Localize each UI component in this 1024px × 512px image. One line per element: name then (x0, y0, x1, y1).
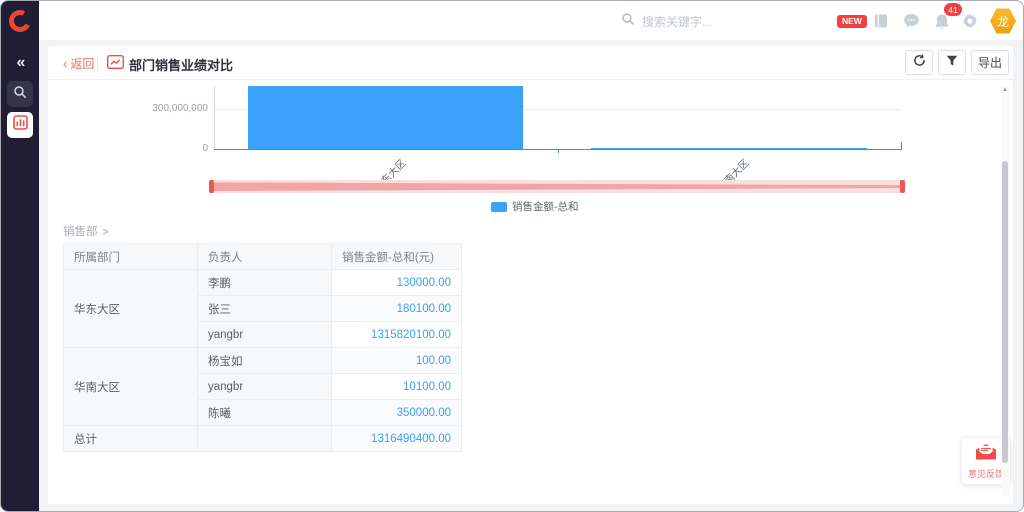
bi-report-icon (13, 115, 28, 135)
legend-label: 销售金额-总和 (512, 199, 579, 214)
y-axis-tick-300m: 300,000,000 (108, 103, 208, 114)
col-header-person: 负责人 (198, 244, 332, 270)
table-row: 华东大区 李鹏 130000.00 (64, 270, 462, 296)
notification-count-badge: 41 (944, 3, 962, 16)
back-chevron-icon: ‹ (63, 57, 67, 70)
back-button[interactable]: ‹ 返回 (63, 55, 94, 72)
notifications-button[interactable] (934, 13, 950, 35)
total-amount-cell: 1316490400.00 (332, 426, 462, 452)
x-axis-end-tick (901, 142, 902, 150)
breadcrumb-arrow-icon: > (103, 226, 109, 238)
person-cell: 张三 (198, 296, 332, 322)
amount-cell[interactable]: 180100.00 (332, 296, 462, 322)
report-card: ‹ 返回 部门销售业绩对比 导出 (48, 46, 1013, 504)
col-header-department: 所属部门 (64, 244, 198, 270)
app-window: « 搜索关键字... NEW (0, 0, 1024, 512)
search-icon (13, 85, 27, 104)
search-placeholder: 搜索关键字... (642, 13, 712, 30)
table-header-row: 所属部门 负责人 销售金额-总和(元) (64, 244, 462, 270)
chat-bubble-icon (903, 16, 920, 33)
gear-icon (962, 16, 978, 33)
person-cell: yangbr (198, 374, 332, 400)
col-header-amount: 销售金额-总和(元) (332, 244, 462, 270)
docs-button[interactable] (873, 13, 889, 34)
table-total-row: 总计 1316490400.00 (64, 426, 462, 452)
amount-cell[interactable]: 10100.00 (332, 374, 462, 400)
funnel-icon (946, 54, 958, 72)
person-cell: 杨宝如 (198, 348, 332, 374)
breadcrumb-label: 销售部 (63, 226, 98, 238)
bell-icon (934, 17, 950, 34)
new-badge: NEW (837, 15, 867, 28)
sidebar: « (1, 1, 39, 511)
vertical-scrollbar[interactable]: ▲ (1001, 86, 1009, 496)
back-label: 返回 (70, 55, 94, 72)
datazoom-right-handle[interactable] (900, 180, 905, 193)
person-cell: 陈曦 (198, 400, 332, 426)
group-cell-huanan: 华南大区 (64, 348, 198, 426)
amount-cell[interactable]: 130000.00 (332, 270, 462, 296)
envelope-icon (975, 443, 997, 465)
sidebar-item-bi-active[interactable] (7, 112, 33, 138)
app-background: ‹ 返回 部门销售业绩对比 导出 (39, 41, 1023, 511)
feedback-label: 意见反馈 (968, 467, 1004, 480)
global-search-input[interactable]: 搜索关键字... (621, 1, 712, 41)
breadcrumb[interactable]: 销售部 > (63, 223, 109, 239)
user-avatar[interactable]: 龙 (990, 8, 1016, 34)
brand-logo-icon (6, 7, 34, 35)
book-icon (873, 16, 889, 33)
y-axis-line (214, 86, 215, 150)
total-label-cell: 总计 (64, 426, 198, 452)
refresh-icon (913, 54, 926, 72)
sidebar-collapse-button[interactable]: « (1, 54, 39, 72)
bar-chart: 300,000,000 0 华东大区 华南大区 销售金额-总和 (48, 80, 1013, 220)
table-row: 华南大区 杨宝如 100.00 (64, 348, 462, 374)
top-navbar: 搜索关键字... NEW 41 龙 (39, 1, 1023, 41)
person-cell: yangbr (198, 322, 332, 348)
chart-legend[interactable]: 销售金额-总和 (491, 199, 579, 214)
amount-cell[interactable]: 1315820100.00 (332, 322, 462, 348)
person-cell: 李鹏 (198, 270, 332, 296)
y-axis-tick-0: 0 (108, 143, 208, 154)
datazoom-range (211, 180, 903, 193)
refresh-button[interactable] (905, 50, 933, 75)
filter-button[interactable] (938, 50, 966, 75)
total-empty-cell (198, 426, 332, 452)
amount-cell[interactable]: 100.00 (332, 348, 462, 374)
sidebar-search-button[interactable] (7, 81, 33, 107)
report-doc-icon (107, 55, 124, 74)
search-icon (621, 12, 635, 31)
header-divider (97, 56, 98, 70)
page-title: 部门销售业绩对比 (129, 55, 233, 74)
sales-table: 所属部门 负责人 销售金额-总和(元) 华东大区 李鹏 130000.00 张三… (63, 243, 462, 452)
group-cell-huadong: 华东大区 (64, 270, 198, 348)
scroll-up-arrow-icon[interactable]: ▲ (1001, 86, 1009, 94)
bar-huadong[interactable] (248, 86, 523, 149)
x-axis-tick (558, 149, 559, 153)
detail-table-section: 销售部 > 所属部门 负责人 销售金额-总和(元) 华东大区 李鹏 130000.… (48, 220, 1013, 507)
amount-cell[interactable]: 350000.00 (332, 400, 462, 426)
page-header: ‹ 返回 部门销售业绩对比 导出 (48, 46, 1013, 80)
datazoom-left-handle[interactable] (209, 180, 214, 193)
settings-button[interactable] (962, 13, 978, 34)
legend-swatch (491, 202, 507, 212)
messages-button[interactable] (903, 13, 920, 34)
export-button[interactable]: 导出 (971, 50, 1009, 75)
datazoom-slider[interactable] (211, 180, 903, 193)
scrollbar-thumb[interactable] (1002, 161, 1008, 463)
